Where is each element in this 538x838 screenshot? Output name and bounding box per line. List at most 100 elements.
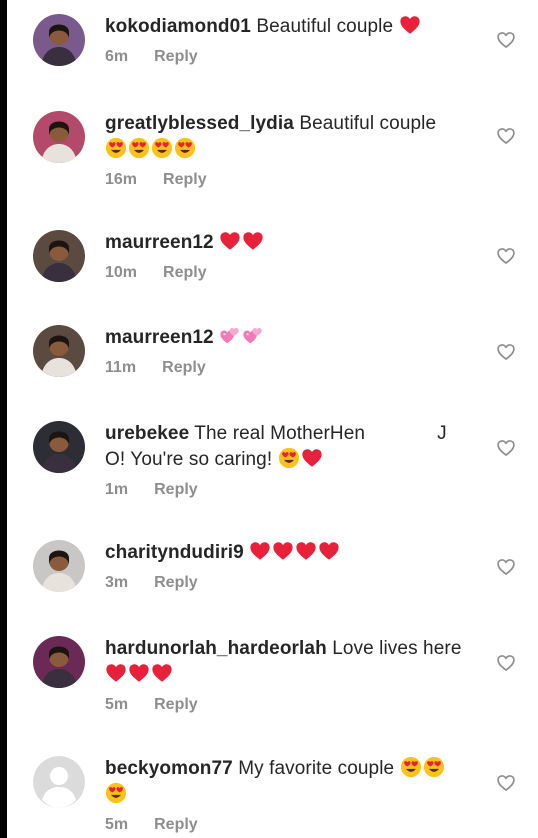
red-heart-emoji [318,540,340,562]
comment-text-line [105,137,477,163]
comment-text-line: O! You're so caring! [105,447,477,473]
comment-row: urebekee The real MotherHen J O! You're so… [7,421,538,511]
comments-screen: kokodiamond01 Beautiful couple 6m Reply gr… [0,0,538,838]
comment-text-line: beckyomon77 My favorite couple [105,756,477,782]
comment-username[interactable]: beckyomon77 [105,758,233,779]
comment-username[interactable]: hardunorlah_hardeorlah [105,638,327,659]
comment-username[interactable]: maurreen12 [105,327,214,348]
like-heart-icon[interactable] [496,246,516,266]
red-heart-emoji [249,540,271,562]
avatar[interactable] [33,421,85,473]
red-heart-emoji [151,662,173,684]
reply-button[interactable]: Reply [154,574,198,592]
comment-row: hardunorlah_hardeorlah Love lives here 5m… [7,636,538,726]
heart-eyes-emoji [128,137,150,159]
comment-text-line: urebekee The real MotherHen J [105,421,477,447]
two-hearts-emoji [219,325,241,347]
comment-text: O! You're so caring! [105,449,273,470]
comment-username[interactable]: maurreen12 [105,232,214,253]
comment-row: maurreen12 10m Reply [7,230,538,320]
comment-timestamp: 10m [105,264,138,281]
comment-text-line [105,782,477,808]
comment-meta: 11m Reply [105,359,477,381]
comment-body: kokodiamond01 Beautiful couple 6m Reply [105,14,477,70]
comment-meta: 1m Reply [105,481,477,503]
comment-timestamp: 3m [105,574,129,591]
comment-text-line: kokodiamond01 Beautiful couple [105,14,477,40]
comment-text-line: charityndudiri9 [105,540,477,566]
comment-body: hardunorlah_hardeorlah Love lives here 5m… [105,636,477,718]
like-heart-icon[interactable] [496,557,516,577]
red-heart-emoji [272,540,294,562]
comment-username[interactable]: charityndudiri9 [105,542,244,563]
avatar[interactable] [33,230,85,282]
comment-body: charityndudiri9 3m Reply [105,540,477,596]
comment-username[interactable]: kokodiamond01 [105,16,251,37]
comment-meta: 16m Reply [105,171,477,193]
screen-edge-bar [0,0,7,838]
comment-text: Beautiful couple [256,16,394,37]
avatar[interactable] [33,540,85,592]
heart-eyes-emoji [105,137,127,159]
like-heart-icon[interactable] [496,653,516,673]
comment-text-line: hardunorlah_hardeorlah Love lives here [105,636,477,662]
reply-button[interactable]: Reply [154,696,198,714]
heart-eyes-emoji [105,782,127,804]
comment-meta: 3m Reply [105,574,477,596]
red-heart-emoji [301,447,323,469]
reply-button[interactable]: Reply [163,264,207,282]
red-heart-emoji [399,14,421,36]
red-heart-emoji [105,662,127,684]
comment-text-line: maurreen12 [105,325,477,351]
like-heart-icon[interactable] [496,30,516,50]
comment-row: charityndudiri9 3m Reply [7,540,538,630]
heart-eyes-emoji [400,756,422,778]
avatar[interactable] [33,636,85,688]
comment-text: Love lives here [332,638,462,659]
heart-eyes-emoji [423,756,445,778]
comment-body: maurreen12 11m Reply [105,325,477,381]
avatar[interactable] [33,111,85,163]
reply-button[interactable]: Reply [162,359,206,377]
comment-text: Beautiful couple [299,113,437,134]
comment-text-line: greatlyblessed_lydia Beautiful couple [105,111,477,137]
comment-text-line [105,662,477,688]
comment-body: maurreen12 10m Reply [105,230,477,286]
comment-text: My favorite couple [238,758,395,779]
heart-eyes-emoji [278,447,300,469]
reply-button[interactable]: Reply [154,816,198,834]
comment-row: beckyomon77 My favorite couple 5m Reply [7,756,538,838]
reply-button[interactable]: Reply [163,171,207,189]
comment-meta: 10m Reply [105,264,477,286]
like-heart-icon[interactable] [496,438,516,458]
reply-button[interactable]: Reply [154,48,198,66]
comment-timestamp: 1m [105,481,129,498]
red-heart-emoji [242,230,264,252]
comment-body: beckyomon77 My favorite couple 5m Reply [105,756,477,838]
comment-meta: 6m Reply [105,48,477,70]
comment-timestamp: 11m [105,359,137,376]
comment-timestamp: 5m [105,696,129,713]
reply-button[interactable]: Reply [154,481,198,499]
red-heart-emoji [219,230,241,252]
comment-timestamp: 5m [105,816,129,833]
like-heart-icon[interactable] [496,342,516,362]
red-heart-emoji [128,662,150,684]
like-heart-icon[interactable] [496,773,516,793]
heart-eyes-emoji [174,137,196,159]
comment-body: greatlyblessed_lydia Beautiful couple 16m… [105,111,477,193]
comment-timestamp: 16m [105,171,138,188]
comment-text: The real MotherHen [194,423,366,444]
comment-row: greatlyblessed_lydia Beautiful couple 16m… [7,111,538,201]
comment-username[interactable]: greatlyblessed_lydia [105,113,294,134]
avatar[interactable] [33,325,85,377]
two-hearts-emoji [242,325,264,347]
comment-text-tail: J [437,423,447,444]
red-heart-emoji [295,540,317,562]
comment-username[interactable]: urebekee [105,423,189,444]
like-heart-icon[interactable] [496,126,516,146]
avatar[interactable] [33,14,85,66]
comment-meta: 5m Reply [105,816,477,838]
avatar[interactable] [33,756,85,808]
comment-text-line: maurreen12 [105,230,477,256]
